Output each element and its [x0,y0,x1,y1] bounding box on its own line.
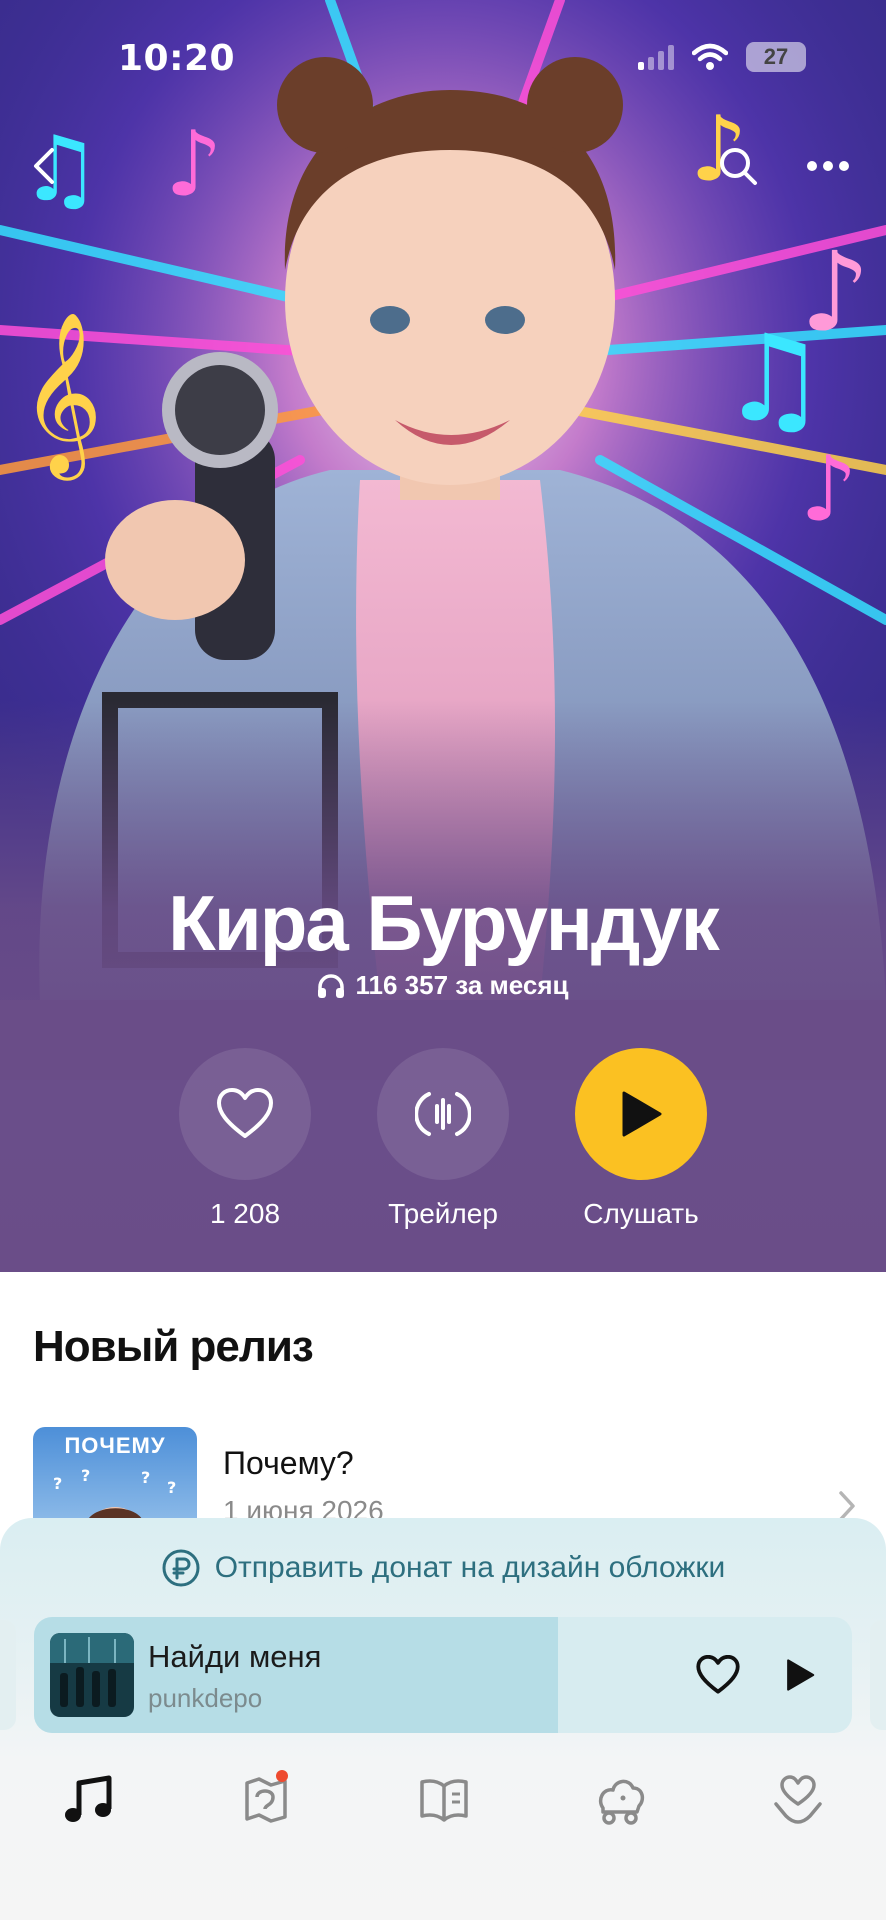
svg-text:𝄞: 𝄞 [20,311,103,481]
more-dots-icon [807,161,849,171]
player-play-button[interactable] [772,1647,828,1703]
back-button[interactable] [12,134,76,198]
player-like-button[interactable] [690,1647,746,1703]
svg-text:?: ? [81,1466,90,1485]
track-title: Найди меня [148,1639,322,1674]
tab-music[interactable] [48,1760,128,1840]
heart-hand-icon [774,1775,822,1824]
chevron-left-icon [34,148,54,184]
ruble-icon [162,1549,200,1587]
search-button[interactable] [706,134,770,198]
heart-icon [696,1655,740,1694]
svg-text:?: ? [141,1468,150,1487]
kids-toy-icon [598,1779,645,1825]
release-title[interactable]: Почему? [223,1445,354,1482]
trailer-label: Трейлер [388,1198,498,1229]
trailer-button[interactable]: Трейлер [377,1048,509,1230]
svg-text:♪: ♪ [800,437,857,542]
status-icons: 27 [638,42,806,72]
status-time: 10:20 [118,38,236,79]
tab-map-badge [276,1770,288,1782]
svg-text:?: ? [167,1478,176,1497]
donate-button[interactable]: Отправить донат на дизайн обложки [0,1540,886,1596]
tab-bar [0,1760,886,1840]
release-cover-text: ПОЧЕМУ [64,1433,166,1458]
map-icon [245,1777,287,1823]
battery-icon: 27 [746,42,806,72]
player-cover-art [50,1633,134,1717]
cellular-signal-icon [638,44,674,70]
listen-button[interactable]: Слушать [575,1048,707,1230]
likes-count: 1 208 [209,1198,281,1229]
headphones-icon [318,973,345,998]
donate-label: Отправить донат на дизайн обложки [214,1551,726,1584]
wifi-icon [692,43,728,70]
like-artist-button[interactable]: 1 208 [179,1048,311,1230]
svg-text:♪: ♪ [165,112,222,217]
tab-map[interactable] [226,1760,306,1840]
track-artist: punkdepo [148,1683,263,1713]
search-icon [720,148,757,185]
tab-books[interactable] [404,1760,484,1840]
mini-player[interactable]: Найди меня punkdepo [34,1617,852,1733]
tab-favorites[interactable] [758,1760,838,1840]
player-cover [50,1633,134,1717]
book-icon [420,1779,468,1822]
trailer-wave-icon [415,1092,471,1136]
heart-icon [217,1088,273,1138]
artist-name: Кира Бурундук [168,879,720,967]
svg-text:♪: ♪ [800,228,870,356]
listen-label: Слушать [583,1198,699,1229]
svg-text:?: ? [53,1474,62,1493]
monthly-listeners: 116 357 за месяц [0,970,886,1001]
monthly-listeners-text: 116 357 за месяц [355,970,569,1000]
play-icon [622,1091,662,1137]
play-icon [787,1659,815,1691]
music-note-icon [65,1775,112,1822]
tab-kids[interactable] [580,1760,660,1840]
section-title-new-release: Новый релиз [33,1322,314,1371]
more-button[interactable] [796,134,860,198]
